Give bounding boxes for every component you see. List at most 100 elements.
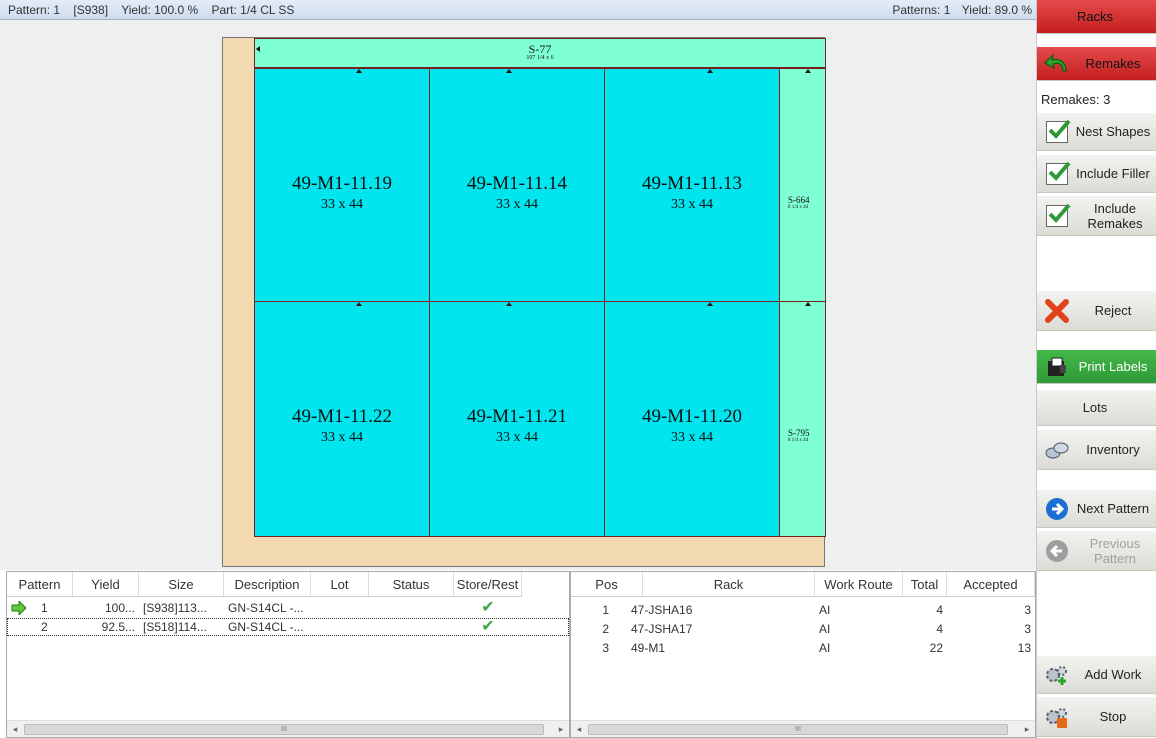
remakes-button[interactable]: Remakes bbox=[1037, 47, 1156, 81]
col-store-rest[interactable]: Store/Rest bbox=[454, 572, 522, 597]
lots-button[interactable]: Lots bbox=[1037, 390, 1156, 426]
include-filler-toggle[interactable]: Include Filler bbox=[1037, 155, 1156, 193]
col-pattern[interactable]: Pattern bbox=[7, 572, 73, 597]
cell-rack: 47-JSHA16 bbox=[631, 603, 693, 617]
cell-accepted: 3 bbox=[1024, 622, 1031, 636]
top-filler[interactable]: S-77 107 1/4 x 6 bbox=[254, 38, 826, 68]
cell-description: GN-S14CL -... bbox=[228, 601, 304, 615]
inventory-button[interactable]: Inventory bbox=[1037, 430, 1156, 470]
nest-shapes-toggle[interactable]: Nest Shapes bbox=[1037, 113, 1156, 151]
cell-description: GN-S14CL -... bbox=[228, 620, 304, 634]
col-total[interactable]: Total bbox=[903, 572, 947, 597]
next-pattern-button[interactable]: Next Pattern bbox=[1037, 490, 1156, 528]
piece-name: 49-M1-11.13 bbox=[641, 173, 743, 194]
col-rack[interactable]: Rack bbox=[643, 572, 815, 597]
arrow-right-circle-icon bbox=[1041, 495, 1073, 523]
col-status[interactable]: Status bbox=[369, 572, 454, 597]
reject-button[interactable]: Reject bbox=[1037, 291, 1156, 331]
add-work-button[interactable]: Add Work bbox=[1037, 656, 1156, 694]
piece-dims: 33 x 44 bbox=[496, 430, 538, 445]
cell-total: 4 bbox=[936, 603, 943, 617]
racks-hscrollbar[interactable]: ◂ III ▸ bbox=[571, 720, 1035, 737]
col-lot[interactable]: Lot bbox=[311, 572, 369, 597]
piece-dims: 33 x 44 bbox=[671, 430, 713, 445]
col-accepted[interactable]: Accepted bbox=[947, 572, 1035, 597]
checkmark-icon: ✔ bbox=[481, 618, 495, 635]
cell-rack: 47-JSHA17 bbox=[631, 622, 693, 636]
scroll-left-icon[interactable]: ◂ bbox=[572, 723, 586, 736]
col-description[interactable]: Description bbox=[224, 572, 311, 597]
table-row[interactable]: 1 47-JSHA16 AI 4 3 bbox=[571, 601, 1035, 619]
piece-1[interactable]: 49-M1-11.19 33 x 44 bbox=[254, 68, 430, 302]
cell-route: AI bbox=[819, 641, 831, 655]
undo-arrow-icon bbox=[1041, 50, 1073, 78]
piece-4[interactable]: 49-M1-11.22 33 x 44 bbox=[254, 301, 430, 537]
cell-total: 4 bbox=[936, 622, 943, 636]
right-filler-top[interactable]: S-664 8 1/4 x 44 bbox=[779, 68, 826, 302]
nest-canvas[interactable]: S-77 107 1/4 x 6 49-M1-11.19 33 x 44 49-… bbox=[0, 20, 1036, 570]
print-labels-button[interactable]: Print Labels bbox=[1037, 350, 1156, 384]
piece-5[interactable]: 49-M1-11.21 33 x 44 bbox=[429, 301, 605, 537]
notch-marker bbox=[256, 46, 260, 52]
cell-pattern: 2 bbox=[41, 620, 48, 634]
notch-marker bbox=[506, 69, 512, 73]
previous-pattern-button[interactable]: Previous Pattern bbox=[1037, 531, 1156, 571]
table-row[interactable]: 1 100... [S938]113... GN-S14CL -... ✔ bbox=[7, 599, 522, 617]
piece-3[interactable]: 49-M1-11.13 33 x 44 bbox=[604, 68, 780, 302]
checkbox-checked-icon bbox=[1046, 161, 1071, 185]
patterns-hscrollbar[interactable]: ◂ III ▸ bbox=[7, 720, 569, 737]
gears-add-icon bbox=[1041, 661, 1073, 689]
notch-marker bbox=[506, 302, 512, 306]
scroll-left-icon[interactable]: ◂ bbox=[8, 723, 22, 736]
right-sidebar: Racks Remakes Remakes: 3 Nest Shapes Inc… bbox=[1036, 0, 1156, 738]
col-yield[interactable]: Yield bbox=[73, 572, 139, 597]
scroll-thumb[interactable]: III bbox=[588, 724, 1008, 735]
notch-marker bbox=[356, 302, 362, 306]
piece-name: 49-M1-11.19 bbox=[291, 173, 393, 194]
col-work-route[interactable]: Work Route bbox=[815, 572, 903, 597]
racks-table-header: Pos Rack Work Route Total Accepted bbox=[571, 572, 1035, 597]
col-size[interactable]: Size bbox=[139, 572, 224, 597]
scroll-right-icon[interactable]: ▸ bbox=[1020, 723, 1034, 736]
glass-sheet[interactable]: S-77 107 1/4 x 6 49-M1-11.19 33 x 44 49-… bbox=[222, 37, 826, 567]
table-row[interactable]: 2 92.5... [S518]114... GN-S14CL -... ✔ bbox=[7, 618, 569, 636]
patterns-table[interactable]: Pattern Yield Size Description Lot Statu… bbox=[6, 571, 570, 738]
right-filler-top-name: S-664 bbox=[788, 195, 810, 205]
cell-pattern: 1 bbox=[41, 601, 48, 615]
table-row[interactable]: 3 49-M1 AI 22 13 bbox=[571, 639, 1035, 657]
stop-button[interactable]: Stop bbox=[1037, 697, 1156, 737]
notch-marker bbox=[707, 302, 713, 306]
cell-yield: 100... bbox=[104, 601, 135, 615]
piece-name: 49-M1-11.21 bbox=[466, 406, 568, 427]
notch-marker bbox=[707, 69, 713, 73]
col-pos[interactable]: Pos bbox=[571, 572, 643, 597]
checkmark-icon: ✔ bbox=[481, 599, 495, 616]
cell-size: [S938]113... bbox=[143, 601, 207, 615]
piece-2[interactable]: 49-M1-11.14 33 x 44 bbox=[429, 68, 605, 302]
scroll-right-icon[interactable]: ▸ bbox=[554, 723, 568, 736]
cell-accepted: 13 bbox=[1017, 641, 1031, 655]
label-printer-icon bbox=[1041, 353, 1073, 381]
table-row[interactable]: 2 47-JSHA17 AI 4 3 bbox=[571, 620, 1035, 638]
piece-name: 49-M1-11.22 bbox=[291, 406, 393, 427]
remakes-count: Remakes: 3 bbox=[1041, 92, 1111, 107]
pattern-code: [S938] bbox=[73, 3, 109, 17]
gears-stop-icon bbox=[1041, 703, 1073, 731]
patterns-table-header: Pattern Yield Size Description Lot Statu… bbox=[7, 572, 522, 597]
top-filler-dims: 107 1/4 x 6 bbox=[526, 55, 554, 61]
right-filler-bottom[interactable]: S-795 8 1/4 x 44 bbox=[779, 301, 826, 537]
piece-6[interactable]: 49-M1-11.20 33 x 44 bbox=[604, 301, 780, 537]
piece-dims: 33 x 44 bbox=[321, 430, 363, 445]
waste-line bbox=[254, 536, 826, 537]
scroll-thumb[interactable]: III bbox=[24, 724, 544, 735]
include-remakes-toggle[interactable]: Include Remakes bbox=[1037, 196, 1156, 236]
cell-pos: 1 bbox=[602, 603, 609, 617]
red-x-icon bbox=[1041, 297, 1073, 325]
cell-accepted: 3 bbox=[1024, 603, 1031, 617]
notch-marker bbox=[805, 302, 811, 306]
cell-yield: 92.5... bbox=[101, 620, 135, 634]
racks-table[interactable]: Pos Rack Work Route Total Accepted 1 47-… bbox=[570, 571, 1036, 738]
current-row-arrow-icon bbox=[7, 599, 37, 617]
piece-name: 49-M1-11.14 bbox=[466, 173, 568, 194]
racks-button[interactable]: Racks bbox=[1037, 0, 1156, 34]
